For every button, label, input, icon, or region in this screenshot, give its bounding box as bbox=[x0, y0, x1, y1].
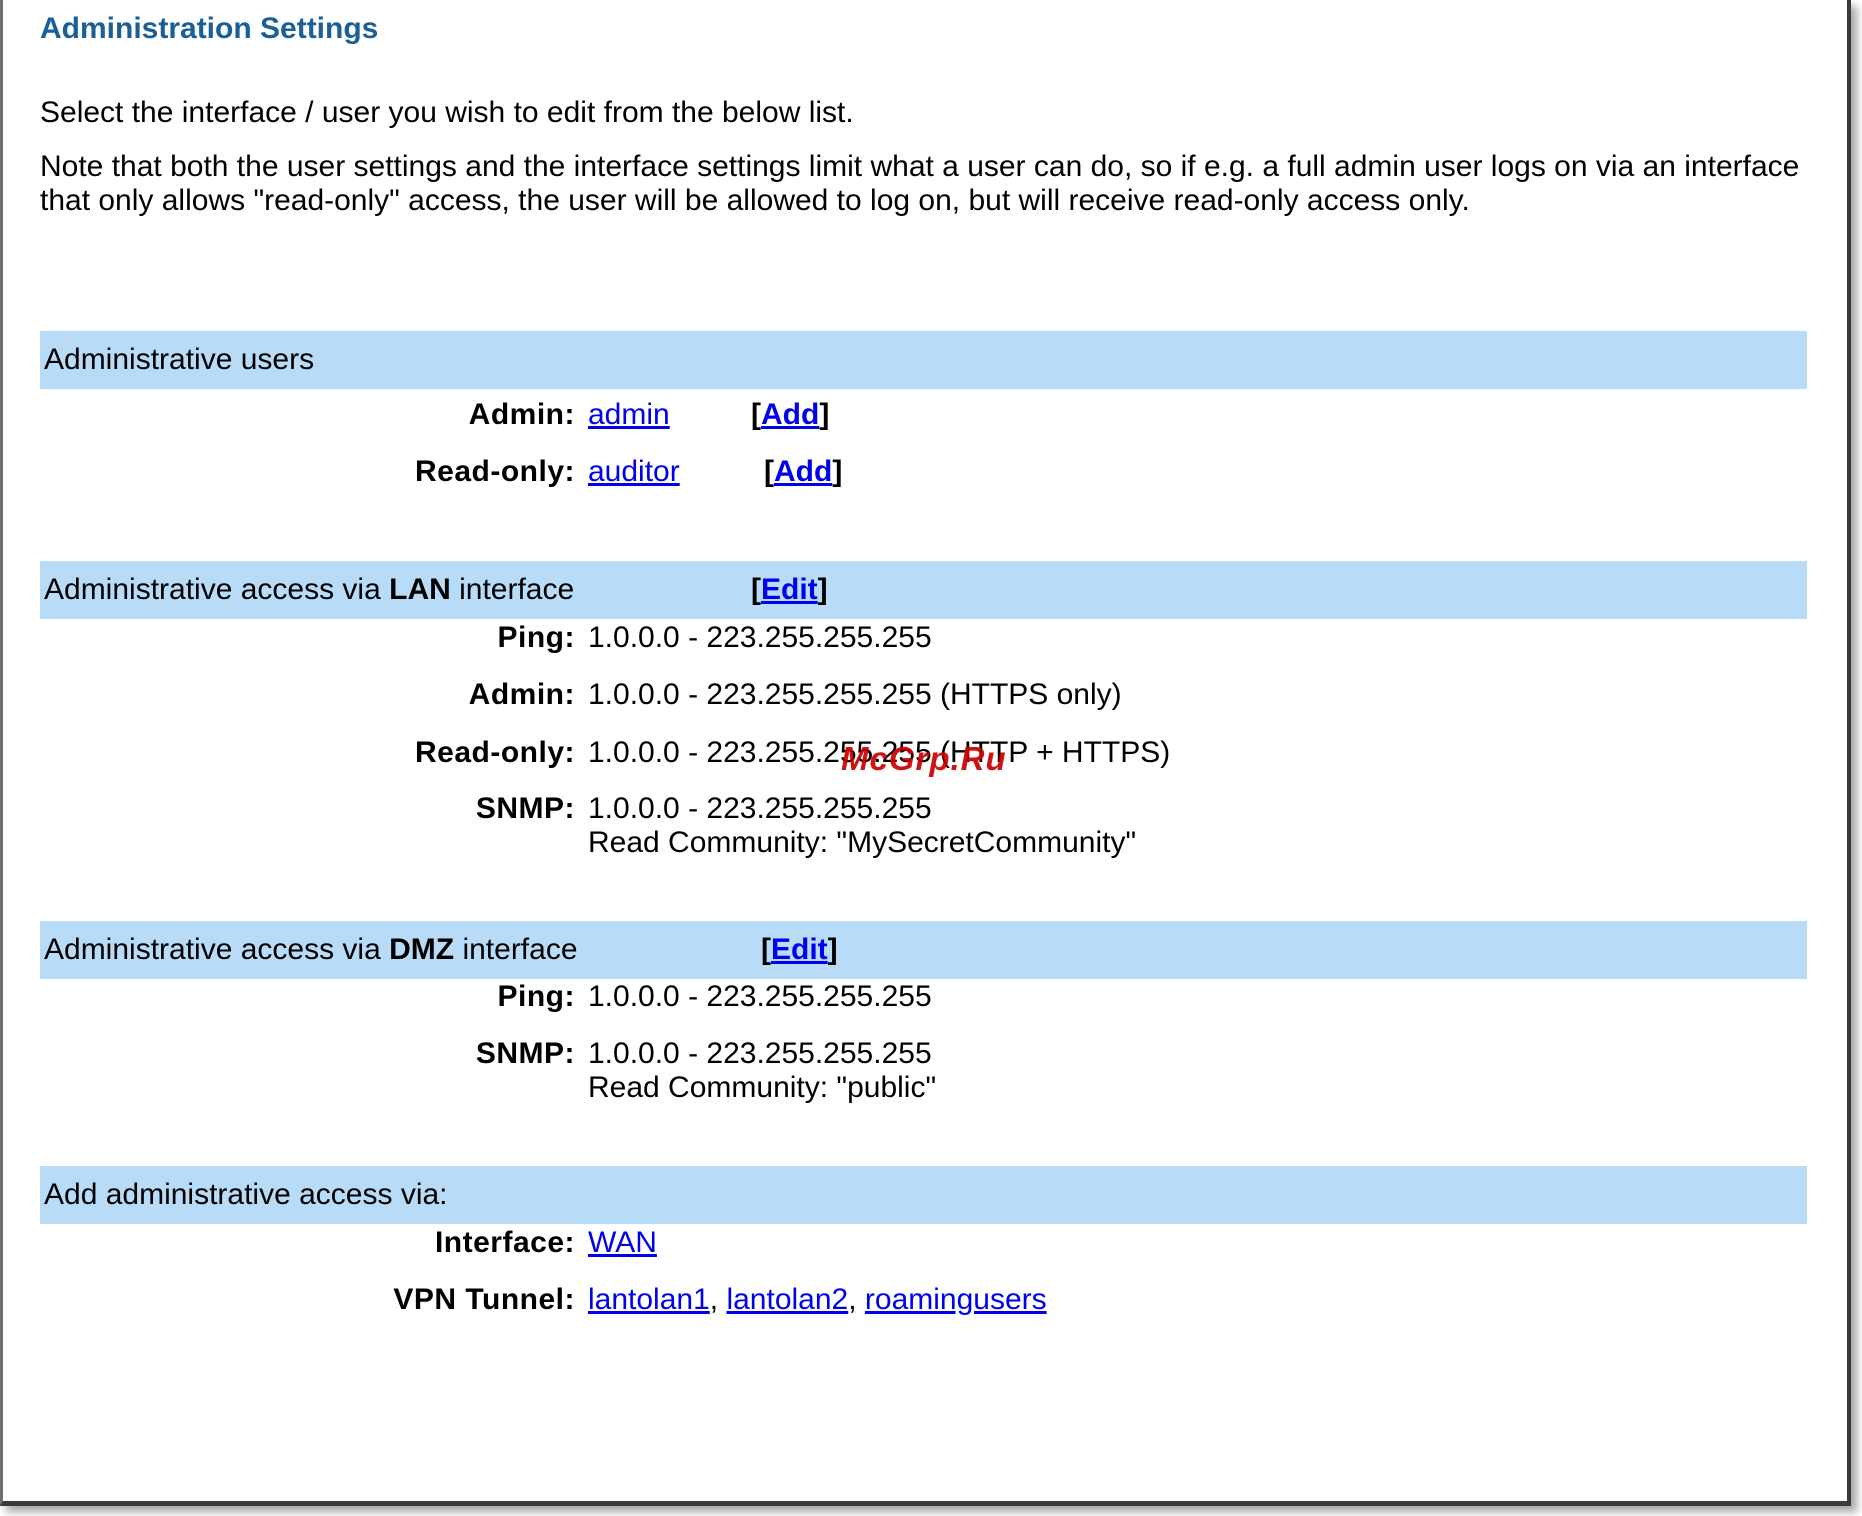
lan-ping-label: Ping: bbox=[497, 621, 575, 654]
intro-text: Select the interface / user you wish to … bbox=[40, 96, 854, 129]
dmz-section-header: Administrative access via DMZ interface … bbox=[40, 921, 1807, 979]
lan-section-header: Administrative access via LAN interface … bbox=[40, 561, 1807, 619]
users-section-title: Administrative users bbox=[44, 343, 315, 376]
add-access-section-header: Add administrative access via: bbox=[40, 1166, 1807, 1224]
vpn-link-lantolan2[interactable]: lantolan2 bbox=[726, 1283, 848, 1316]
add-interface-row: Interface: WAN bbox=[40, 1226, 1807, 1266]
dmz-snmp-label: SNMP: bbox=[475, 1037, 575, 1070]
lan-admin-label: Admin: bbox=[468, 678, 575, 711]
dmz-edit: [Edit] bbox=[761, 933, 838, 966]
dmz-interface-name: DMZ bbox=[389, 933, 455, 966]
note-text: Note that both the user settings and the… bbox=[40, 150, 1800, 217]
readonly-user-label: Read-only: bbox=[414, 455, 575, 488]
lan-snmp-label: SNMP: bbox=[475, 792, 575, 825]
dmz-snmp-community: Read Community: "public" bbox=[588, 1071, 937, 1104]
page-title: Administration Settings bbox=[40, 12, 379, 45]
admin-user-link[interactable]: admin bbox=[588, 398, 670, 431]
lan-snmp-row: SNMP: 1.0.0.0 - 223.255.255.255 Read Com… bbox=[40, 792, 1807, 872]
dmz-ping-value: 1.0.0.0 - 223.255.255.255 bbox=[588, 980, 932, 1013]
vpn-link-lantolan1[interactable]: lantolan1 bbox=[588, 1283, 710, 1316]
dmz-ping-row: Ping: 1.0.0.0 - 223.255.255.255 bbox=[40, 980, 1807, 1020]
lan-edit: [Edit] bbox=[751, 573, 828, 606]
lan-admin-row: Admin: 1.0.0.0 - 223.255.255.255 (HTTPS … bbox=[40, 678, 1807, 718]
dmz-ping-label: Ping: bbox=[497, 980, 575, 1013]
lan-ping-row: Ping: 1.0.0.0 - 223.255.255.255 bbox=[40, 621, 1807, 661]
vpn-tunnel-links: lantolan1, lantolan2, roamingusers bbox=[588, 1283, 1047, 1316]
lan-snmp-value: 1.0.0.0 - 223.255.255.255 bbox=[588, 792, 932, 825]
settings-window: Administration Settings Select the inter… bbox=[0, 0, 1851, 1506]
watermark: McGrp.Ru bbox=[841, 740, 1007, 777]
readonly-user-row: Read-only: auditor [Add] bbox=[40, 455, 1807, 495]
wan-interface-link[interactable]: WAN bbox=[588, 1226, 657, 1259]
lan-readonly-label: Read-only: bbox=[414, 736, 575, 769]
add-access-title: Add administrative access via: bbox=[44, 1178, 448, 1211]
add-readonly-user-button[interactable]: Add bbox=[774, 455, 832, 488]
add-interface-label: Interface: bbox=[434, 1226, 575, 1259]
lan-admin-value: 1.0.0.0 - 223.255.255.255 (HTTPS only) bbox=[588, 678, 1122, 711]
lan-snmp-community: Read Community: "MySecretCommunity" bbox=[588, 826, 1137, 859]
readonly-user-link[interactable]: auditor bbox=[588, 455, 680, 488]
dmz-snmp-value: 1.0.0.0 - 223.255.255.255 bbox=[588, 1037, 932, 1070]
dmz-edit-button[interactable]: Edit bbox=[771, 933, 828, 966]
add-admin-user: [Add] bbox=[751, 398, 830, 431]
add-readonly-user: [Add] bbox=[764, 455, 843, 488]
lan-interface-name: LAN bbox=[389, 573, 451, 606]
add-vpn-row: VPN Tunnel: lantolan1, lantolan2, roamin… bbox=[40, 1283, 1807, 1323]
admin-user-label: Admin: bbox=[468, 398, 575, 431]
add-admin-user-button[interactable]: Add bbox=[761, 398, 819, 431]
lan-edit-button[interactable]: Edit bbox=[761, 573, 818, 606]
dmz-snmp-row: SNMP: 1.0.0.0 - 223.255.255.255 Read Com… bbox=[40, 1037, 1807, 1117]
add-vpn-label: VPN Tunnel: bbox=[393, 1283, 575, 1316]
vpn-link-roamingusers[interactable]: roamingusers bbox=[865, 1283, 1047, 1316]
users-section-header: Administrative users bbox=[40, 331, 1807, 389]
lan-ping-value: 1.0.0.0 - 223.255.255.255 bbox=[588, 621, 932, 654]
admin-user-row: Admin: admin [Add] bbox=[40, 398, 1807, 438]
